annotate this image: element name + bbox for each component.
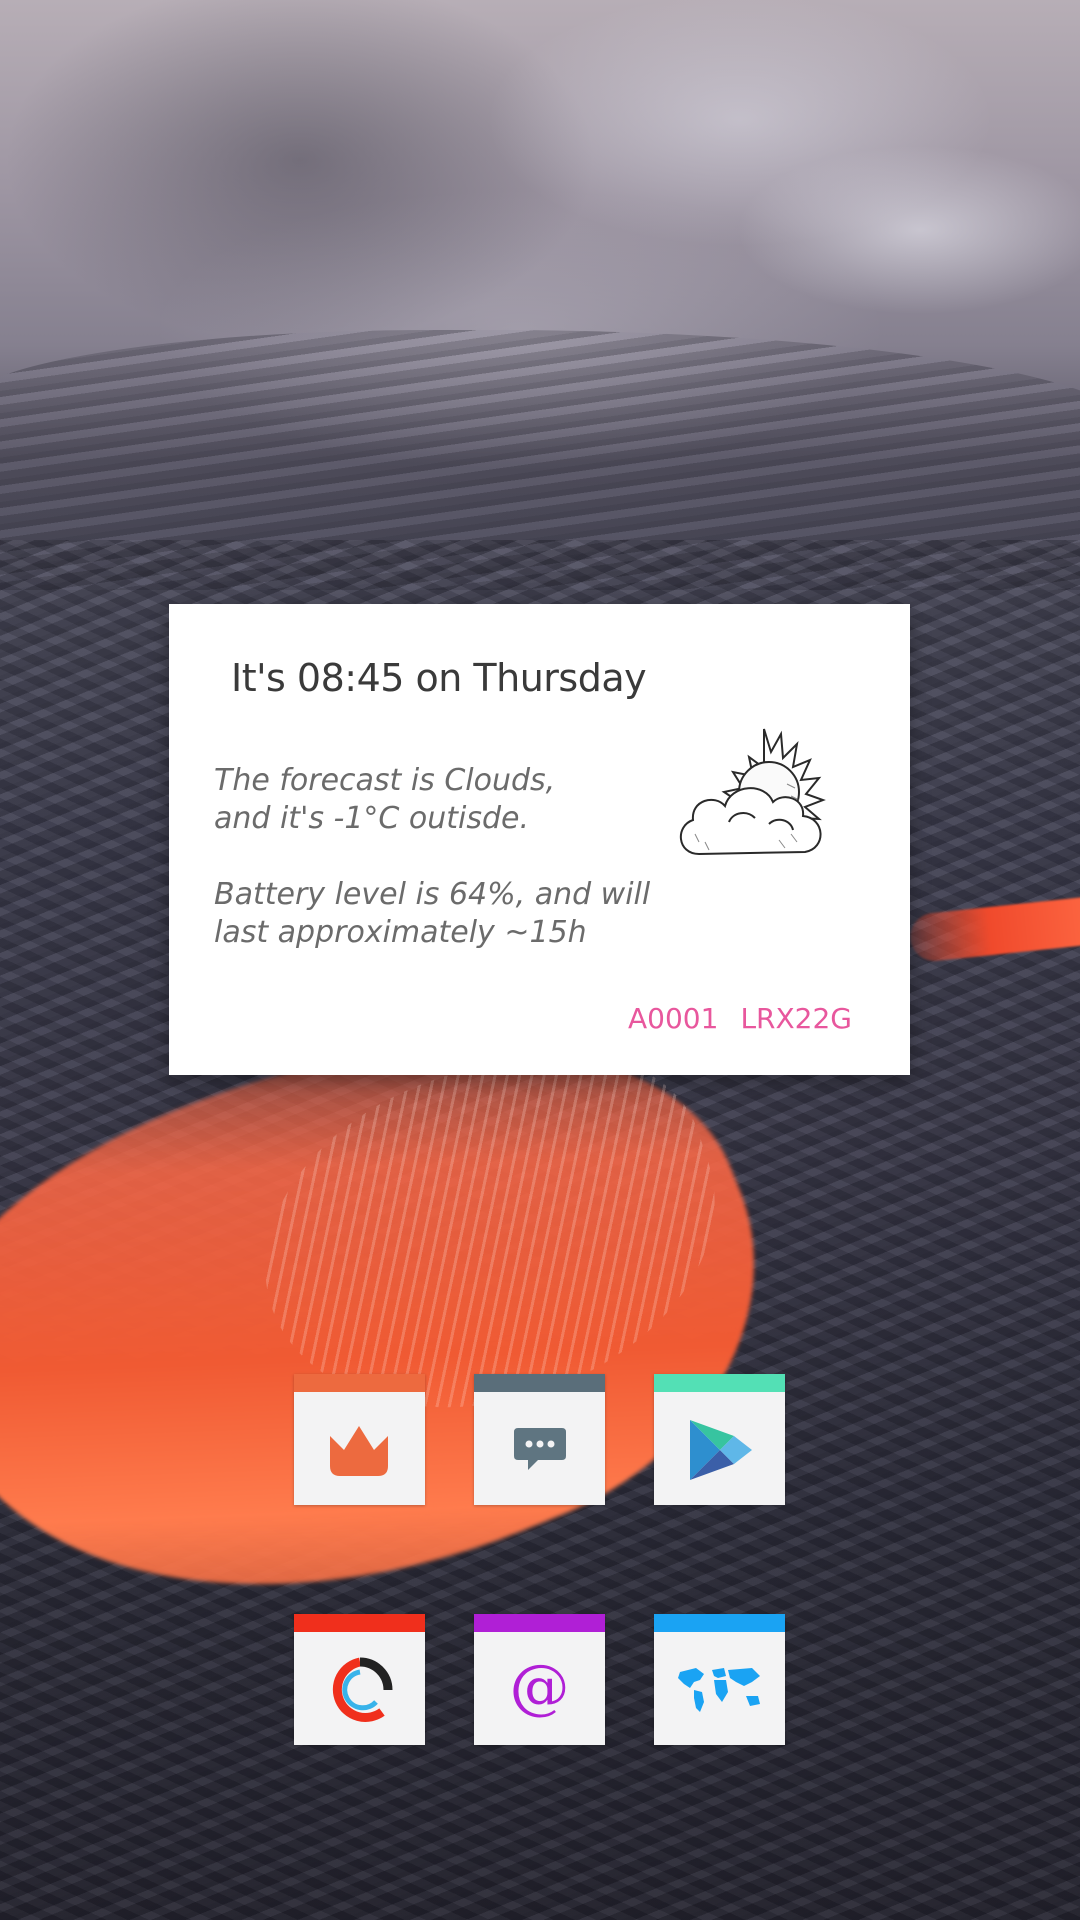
partly-cloudy-icon <box>679 728 826 856</box>
app-color-bar <box>474 1614 605 1632</box>
build-info: A0001 LRX22G <box>628 1002 852 1035</box>
battery-line: Battery level is 64%, and will <box>214 877 651 912</box>
ring-icon <box>332 1657 393 1722</box>
app-color-bar <box>294 1374 425 1392</box>
svg-text:@: @ <box>510 1652 570 1722</box>
crown-icon <box>330 1426 388 1476</box>
world-map-icon <box>678 1668 760 1712</box>
app-crown[interactable] <box>294 1374 425 1505</box>
app-color-bar <box>654 1614 785 1632</box>
app-messaging[interactable] <box>474 1374 605 1505</box>
forecast-line: and it's -1°C outisde. <box>214 801 530 836</box>
app-play-store[interactable] <box>654 1374 785 1505</box>
forecast-line: The forecast is Clouds, <box>214 763 556 798</box>
app-email[interactable]: @ <box>474 1614 605 1745</box>
app-color-bar <box>474 1374 605 1392</box>
battery-line: last approximately ~15h <box>214 915 587 950</box>
app-color-bar <box>294 1614 425 1632</box>
info-widget[interactable]: It's 08:45 on Thursday The forecast is C… <box>169 604 910 1075</box>
build-id: A0001 <box>628 1002 719 1035</box>
app-world-map[interactable] <box>654 1614 785 1745</box>
app-ring[interactable] <box>294 1614 425 1745</box>
build-number: LRX22G <box>740 1002 852 1035</box>
time-day-text: It's 08:45 on Thursday <box>231 656 647 700</box>
play-store-icon <box>690 1420 752 1480</box>
forecast-text: The forecast is Clouds, and it's -1°C ou… <box>214 762 654 838</box>
battery-text: Battery level is 64%, and will last appr… <box>214 876 654 952</box>
at-sign-icon: @ <box>510 1652 570 1722</box>
app-color-bar <box>654 1374 785 1392</box>
chat-bubble-icon <box>514 1428 566 1470</box>
